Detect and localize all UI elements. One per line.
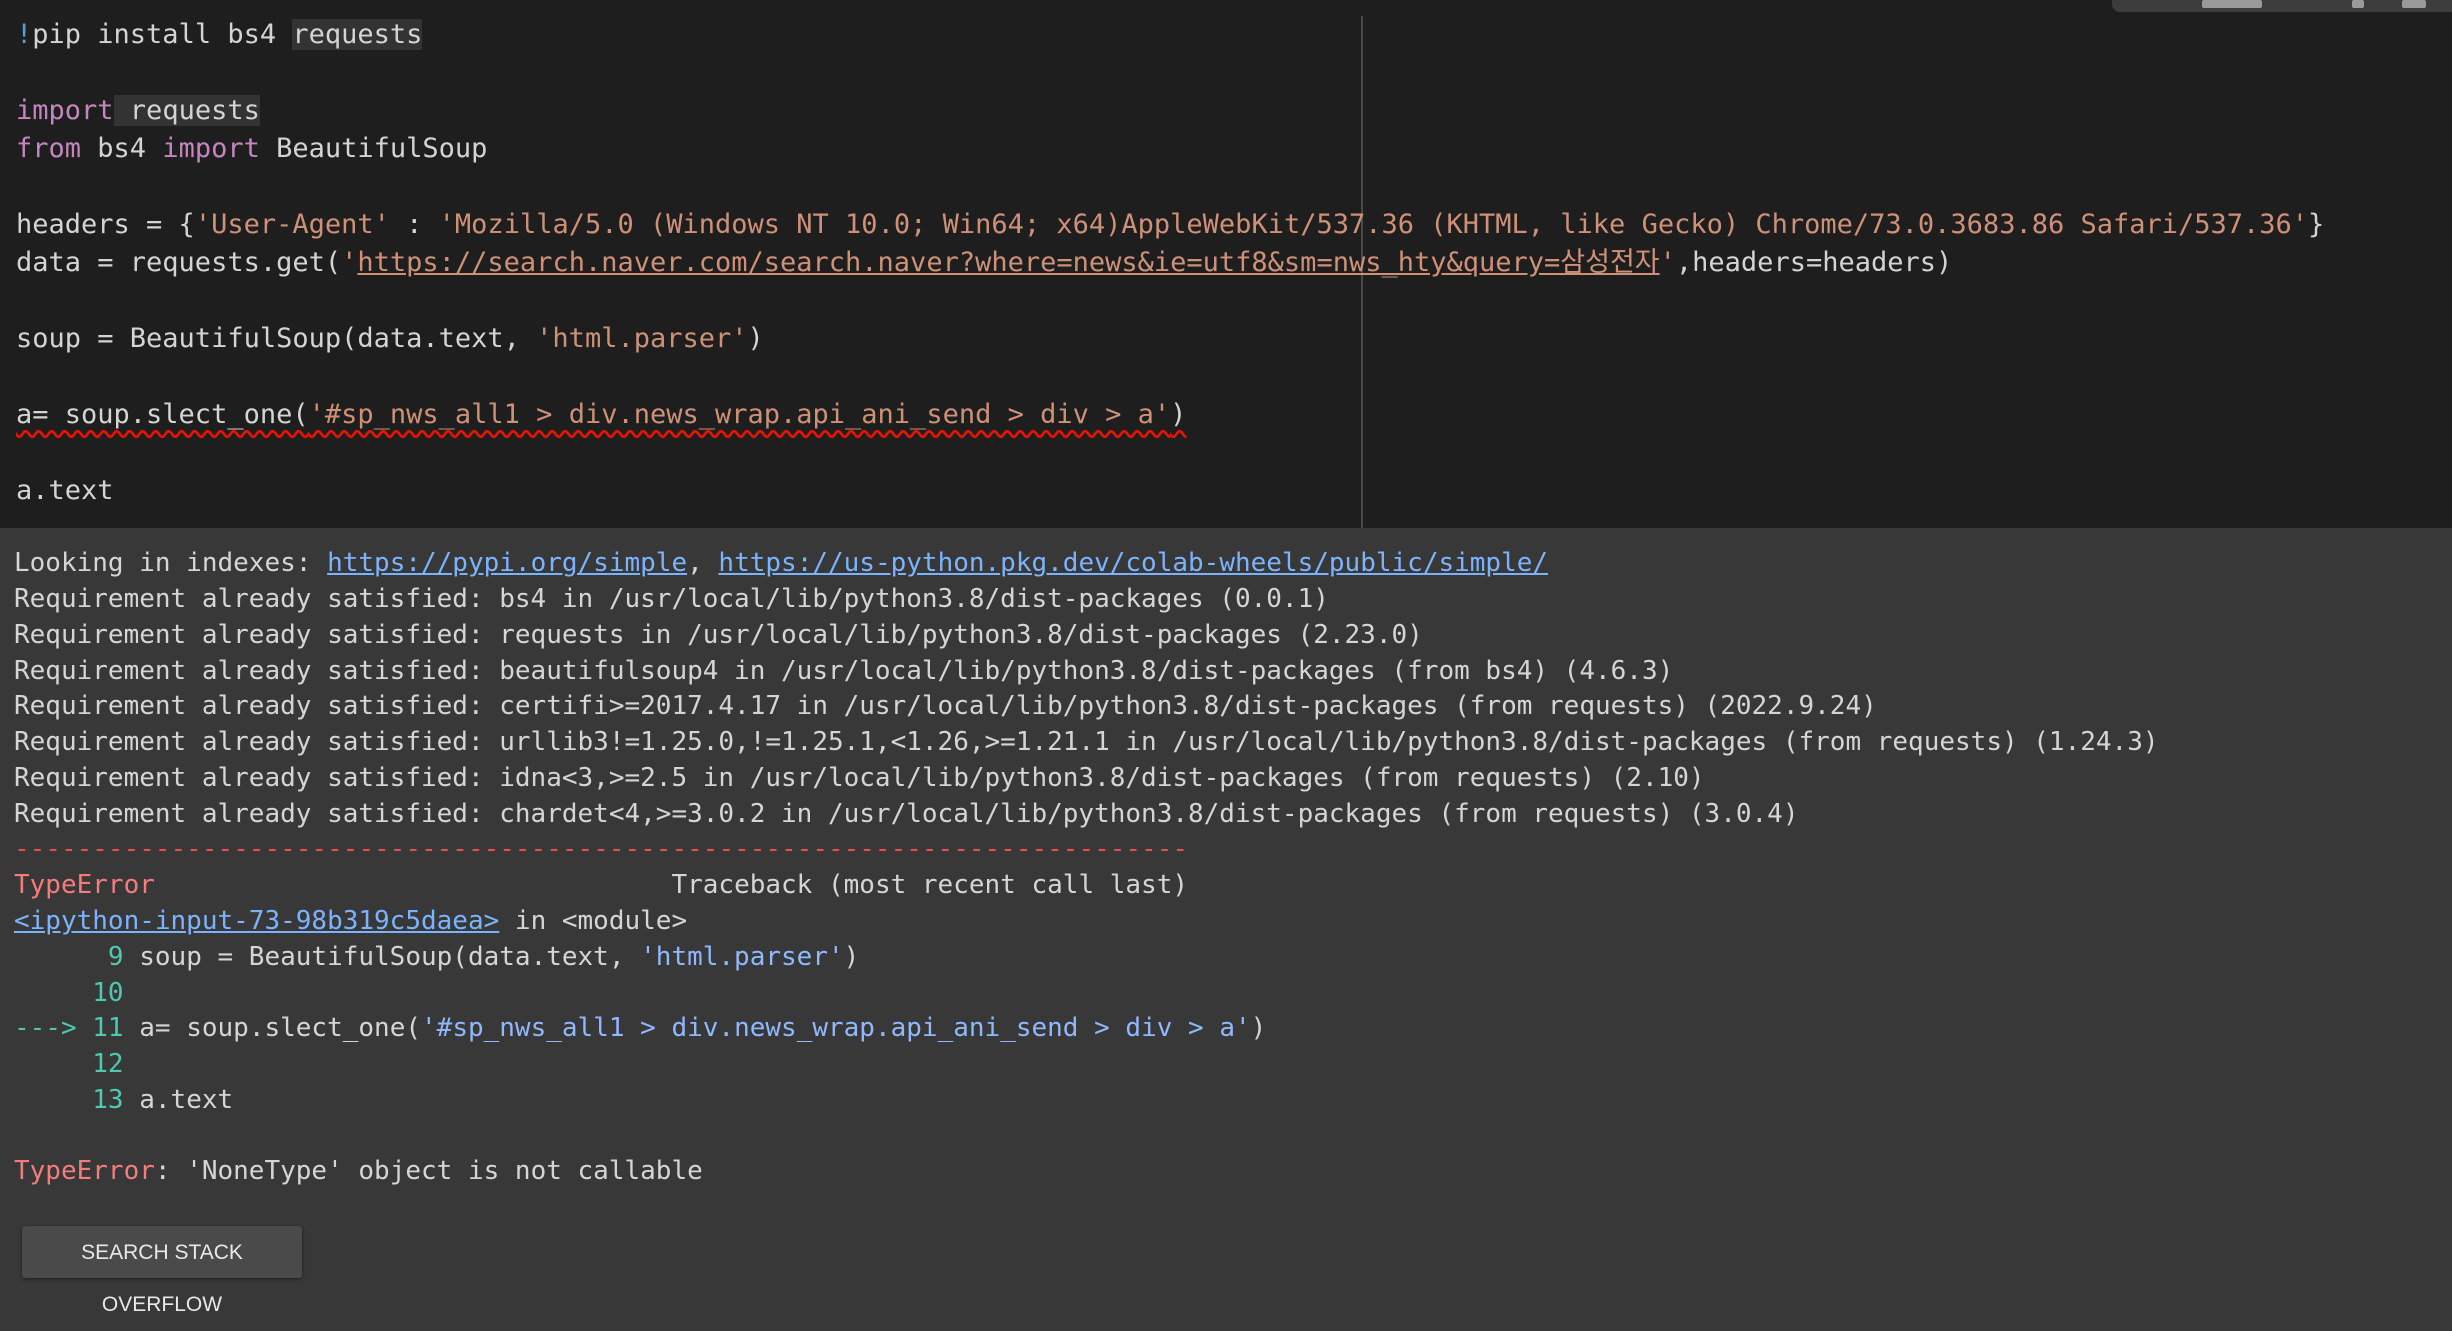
code-line-3: import requests [16,95,260,126]
requirement-line: Requirement already satisfied: idna<3,>=… [14,763,1705,793]
requirement-line: Requirement already satisfied: urllib3!=… [14,727,2159,757]
pypi-link[interactable]: https://pypi.org/simple [327,548,687,578]
looking-in-indexes: Looking in indexes: https://pypi.org/sim… [14,548,1549,578]
error-squiggle: a= soup.slect_one('#sp_nws_all1 > div.ne… [16,399,1187,430]
code-line-1: !pip install bs4 requests [16,19,423,50]
traceback-line: 10 [92,978,124,1008]
ipython-input-link[interactable]: <ipython-input-73-98b319c5daea> [14,906,499,936]
requirement-line: Requirement already satisfied: chardet<4… [14,799,1799,829]
requirement-line: Requirement already satisfied: certifi>=… [14,691,1877,721]
error-message: TypeError: 'NoneType' object is not call… [14,1156,703,1186]
code-line-11: a= soup.slect_one('#sp_nws_all1 > div.ne… [16,397,1186,433]
toolbar-icon-2[interactable] [2352,0,2364,8]
traceback-line: 13 a.text [92,1085,234,1115]
requirement-line: Requirement already satisfied: bs4 in /u… [14,584,1329,614]
code-line-13: a.text [16,475,114,506]
traceback-line-current: ---> 11 a= soup.slect_one('#sp_nws_all1 … [14,1013,1267,1043]
requirement-line: Requirement already satisfied: beautiful… [14,656,1674,686]
code-line-4: from bs4 import BeautifulSoup [16,133,488,164]
code-cell-editor[interactable]: !pip install bs4 requests import request… [0,0,2452,528]
traceback-separator: ----------------------------------------… [14,834,1188,864]
toolbar-icon-3[interactable] [2402,0,2426,8]
naver-url-link[interactable]: https://search.naver.com/search.naver?wh… [357,247,1659,278]
cell-toolbar[interactable] [2112,0,2452,12]
code-line-7: data = requests.get('https://search.nave… [16,247,1953,278]
search-stack-overflow-button[interactable]: SEARCH STACK OVERFLOW [22,1226,302,1316]
cell-output: Looking in indexes: https://pypi.org/sim… [0,528,2452,1306]
traceback-header: TypeError Traceback (most recent call la… [14,870,1189,900]
code-line-9: soup = BeautifulSoup(data.text, 'html.pa… [16,323,764,354]
traceback-location: <ipython-input-73-98b319c5daea> in <modu… [14,906,688,936]
traceback-line: 9 soup = BeautifulSoup(data.text, 'html.… [107,942,860,972]
traceback-line: 12 [92,1049,124,1079]
requirement-line: Requirement already satisfied: requests … [14,620,1423,650]
colab-wheels-link[interactable]: https://us-python.pkg.dev/colab-wheels/p… [718,548,1548,578]
code-line-6: headers = {'User-Agent' : 'Mozilla/5.0 (… [16,209,2325,240]
toolbar-icon-1[interactable] [2202,0,2262,8]
